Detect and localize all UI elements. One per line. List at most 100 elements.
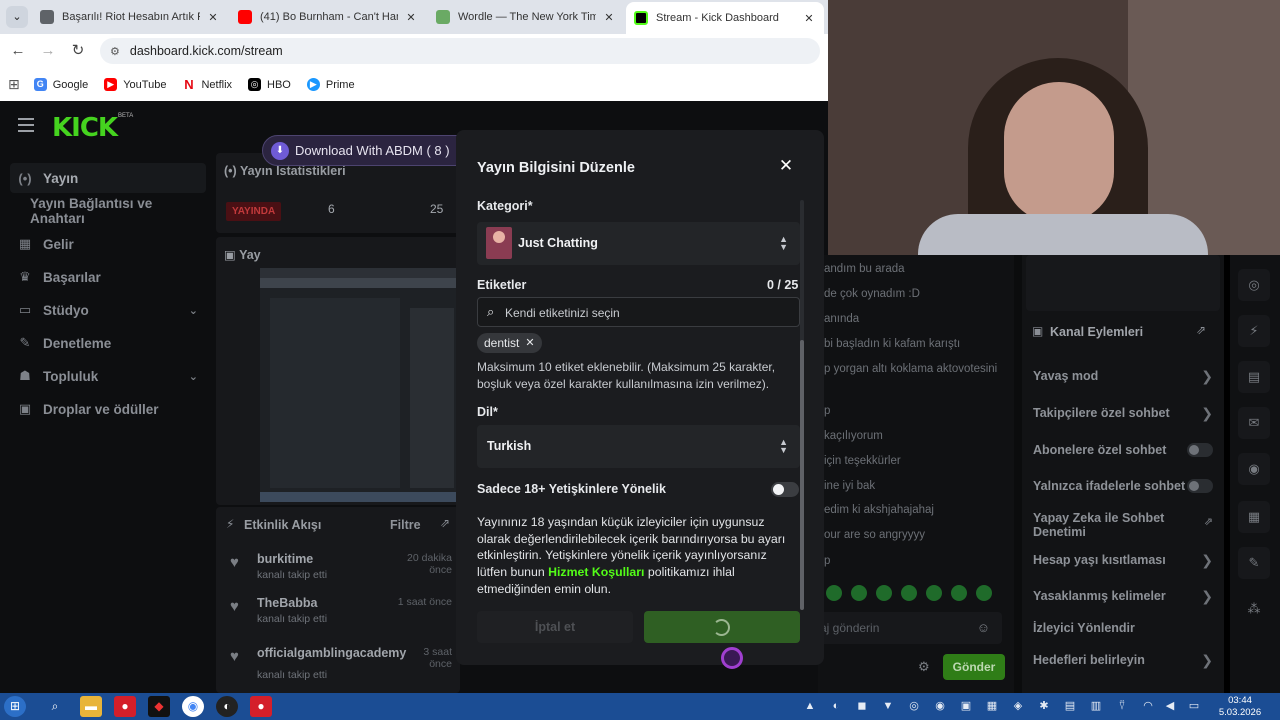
app-icon[interactable]: ◆: [148, 696, 170, 717]
chrome-icon[interactable]: ◉: [182, 696, 204, 717]
emote-icon[interactable]: [876, 585, 892, 601]
wrench-icon[interactable]: ✎: [1238, 547, 1270, 579]
tab-search-icon[interactable]: ⌄: [6, 6, 28, 28]
action-yapay-zeka[interactable]: Yapay Zeka ile Sohbet Denetimi ⇗: [1033, 511, 1213, 539]
tray-icon[interactable]: ▤: [1062, 698, 1078, 714]
broadcast-icon[interactable]: ◉: [1238, 453, 1270, 485]
sidebar-item-droplar[interactable]: ▣ Droplar ve ödüller: [10, 394, 206, 424]
kick-logo[interactable]: KICK: [52, 113, 118, 143]
bookmark-netflix[interactable]: N Netflix: [182, 78, 232, 91]
activity-username[interactable]: TheBabba: [257, 596, 317, 610]
layout-icon[interactable]: ▦: [1238, 501, 1270, 533]
bookmark-prime[interactable]: ▶ Prime: [306, 78, 355, 91]
emote-icon[interactable]: [951, 585, 967, 601]
bolt-icon[interactable]: ⚡: [1238, 315, 1270, 347]
remove-tag-icon[interactable]: ✕: [525, 333, 534, 353]
gear-icon[interactable]: ⚙: [918, 659, 930, 675]
tray-icon[interactable]: ▼: [880, 698, 896, 714]
tags-input[interactable]: ⌕ Kendi etiketinizi seçin: [477, 297, 800, 327]
tray-icon[interactable]: ▥: [1088, 698, 1104, 714]
toggle-switch[interactable]: [1187, 479, 1213, 493]
clock-date[interactable]: 5.03.2026: [1218, 707, 1262, 718]
bookmark-youtube[interactable]: ▶ YouTube: [104, 78, 166, 91]
app-icon[interactable]: ●: [250, 696, 272, 717]
close-icon[interactable]: ✕: [776, 156, 796, 176]
chat-input[interactable]: aj gönderin ☺: [808, 612, 1002, 644]
emote-icon[interactable]: [901, 585, 917, 601]
cancel-button[interactable]: İptal et: [477, 611, 633, 643]
emote-icon[interactable]: [976, 585, 992, 601]
tray-up-icon[interactable]: ▲: [802, 698, 818, 714]
emoji-icon[interactable]: ☺: [977, 620, 990, 635]
language-select[interactable]: Turkish ▲ ▼: [477, 425, 800, 468]
action-takipci-sohbet[interactable]: Takipçilere özel sohbet ❯: [1033, 406, 1217, 420]
close-icon[interactable]: ✕: [802, 12, 816, 25]
activity-username[interactable]: burkitime: [257, 552, 313, 566]
sidebar-item-studyo[interactable]: ▭ Stüdyo ⌄: [10, 295, 206, 325]
start-icon[interactable]: ⊞: [4, 696, 26, 717]
site-info-icon[interactable]: ⚙: [110, 45, 120, 58]
close-icon[interactable]: ✕: [206, 11, 220, 24]
tray-icon[interactable]: ◉: [932, 698, 948, 714]
close-icon[interactable]: ✕: [404, 11, 418, 24]
category-select[interactable]: Just Chatting ▲ ▼: [477, 222, 800, 265]
adult-only-toggle[interactable]: [771, 482, 799, 497]
menu-icon[interactable]: [18, 118, 34, 132]
abdm-download-button[interactable]: ⬇ Download With ABDM ( 8 ) ✕: [262, 135, 484, 166]
action-yavas-mod[interactable]: Yavaş mod ❯: [1033, 369, 1217, 383]
battery-icon[interactable]: ▭: [1186, 698, 1202, 714]
scrollbar-thumb[interactable]: [800, 340, 804, 610]
tab-wordle[interactable]: Wordle — The New York Times ✕: [428, 4, 624, 30]
tray-icon[interactable]: ◐: [828, 698, 844, 714]
sidebar-item-denetleme[interactable]: ✎ Denetleme: [10, 328, 206, 358]
tab-youtube[interactable]: (41) Bo Burnham - Can't Handl ✕: [230, 4, 426, 30]
app-icon[interactable]: ●: [114, 696, 136, 717]
filter-button[interactable]: Filtre: [390, 518, 421, 532]
folder-icon[interactable]: ▬: [80, 696, 102, 717]
notes-icon[interactable]: ▤: [1238, 361, 1270, 393]
emote-icon[interactable]: [926, 585, 942, 601]
popout-icon[interactable]: ⇗: [1196, 323, 1206, 337]
sidebar-item-gelir[interactable]: ▦ Gelir: [10, 229, 206, 259]
clock-time[interactable]: 03:44: [1220, 695, 1260, 706]
sidebar-item-topluluk[interactable]: ☗ Topluluk ⌄: [10, 361, 206, 391]
tab-kick[interactable]: Stream - Kick Dashboard ✕: [626, 2, 824, 34]
action-hedefler[interactable]: Hedefleri belirleyin ❯: [1033, 653, 1217, 667]
app-icon[interactable]: ◐: [216, 696, 238, 717]
close-icon[interactable]: ✕: [602, 11, 616, 24]
tray-icon[interactable]: ◼: [854, 698, 870, 714]
terms-of-service-link[interactable]: Hizmet Koşulları: [548, 565, 644, 579]
tray-icon[interactable]: ◈: [1010, 698, 1026, 714]
tray-icon[interactable]: ◎: [906, 698, 922, 714]
back-icon[interactable]: ←: [9, 42, 27, 60]
emote-icon[interactable]: [851, 585, 867, 601]
apps-icon[interactable]: ⊞: [8, 76, 20, 93]
send-button[interactable]: Gönder: [943, 654, 1005, 680]
bluetooth-icon[interactable]: ✱: [1036, 698, 1052, 714]
url-field[interactable]: ⚙ dashboard.kick.com/stream: [100, 38, 820, 64]
search-icon[interactable]: ⌕: [44, 696, 66, 717]
action-abone-sohbet[interactable]: Abonelere özel sohbet: [1033, 443, 1217, 457]
sidebar-item-yayin[interactable]: (•) Yayın: [10, 163, 206, 193]
stream-preview-image[interactable]: [260, 268, 460, 502]
volume-icon[interactable]: ◀: [1162, 698, 1178, 714]
wifi-icon[interactable]: ◠: [1140, 698, 1156, 714]
forward-icon[interactable]: →: [39, 42, 57, 60]
camera-icon[interactable]: ◎: [1238, 269, 1270, 301]
emote-icon[interactable]: [826, 585, 842, 601]
toggle-switch[interactable]: [1187, 443, 1213, 457]
bookmark-google[interactable]: G Google: [33, 78, 88, 91]
sidebar-item-yayin-baglantisi[interactable]: Yayın Bağlantısı ve Anahtarı: [10, 196, 206, 226]
tray-icon[interactable]: ▣: [958, 698, 974, 714]
reload-icon[interactable]: ↻: [69, 42, 87, 60]
popout-icon[interactable]: ⇗: [440, 516, 450, 530]
tab-riot[interactable]: Başarılı! Riot Hesabın Artık Platf ✕: [32, 4, 228, 30]
save-button[interactable]: [644, 611, 800, 643]
sidebar-item-basarilar[interactable]: ♛ Başarılar: [10, 262, 206, 292]
microphone-icon[interactable]: ⍢: [1114, 698, 1130, 714]
activity-username[interactable]: officialgamblingacademy: [257, 646, 406, 660]
tray-icon[interactable]: ▦: [984, 698, 1000, 714]
community-icon[interactable]: ⁂: [1238, 593, 1270, 625]
action-yasakli-kelimeler[interactable]: Yasaklanmış kelimeler ❯: [1033, 589, 1217, 603]
chat-icon[interactable]: ✉: [1238, 407, 1270, 439]
